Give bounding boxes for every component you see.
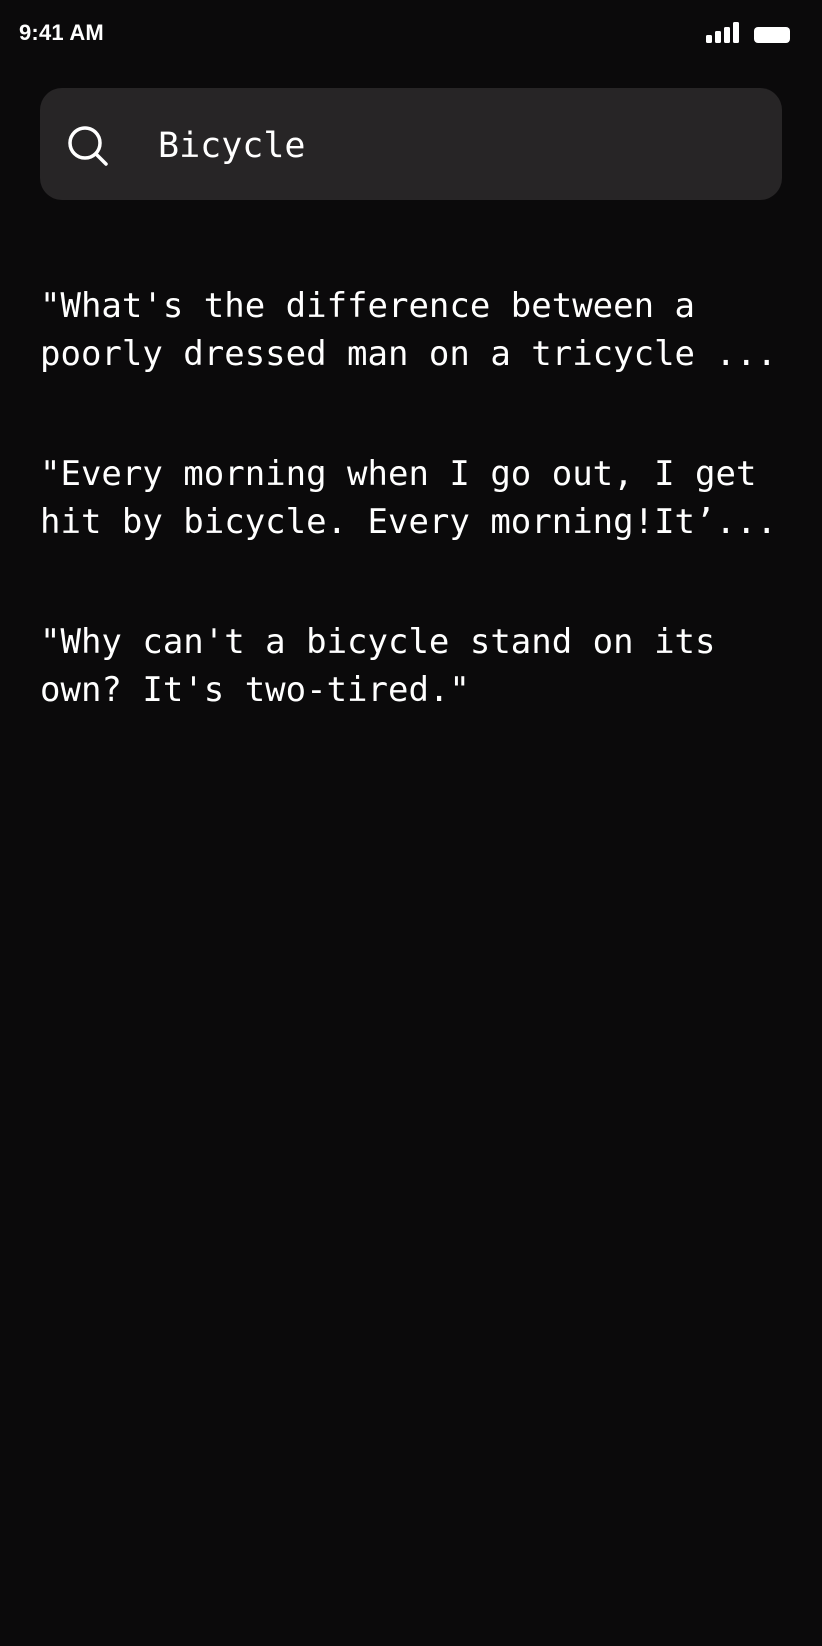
search-result-item[interactable]: "Why can't a bicycle stand on its own? I… <box>40 618 780 714</box>
cellular-signal-icon <box>706 22 739 43</box>
battery-icon <box>754 27 790 43</box>
status-bar: 9:41 AM <box>0 0 822 66</box>
search-input[interactable] <box>158 118 738 174</box>
search-results-list: "What's the difference between a poorly … <box>40 282 780 786</box>
search-icon[interactable] <box>66 124 110 168</box>
status-time: 9:41 AM <box>19 20 104 45</box>
search-result-item[interactable]: "Every morning when I go out, I get hit … <box>40 450 780 546</box>
search-result-item[interactable]: "What's the difference between a poorly … <box>40 282 780 378</box>
